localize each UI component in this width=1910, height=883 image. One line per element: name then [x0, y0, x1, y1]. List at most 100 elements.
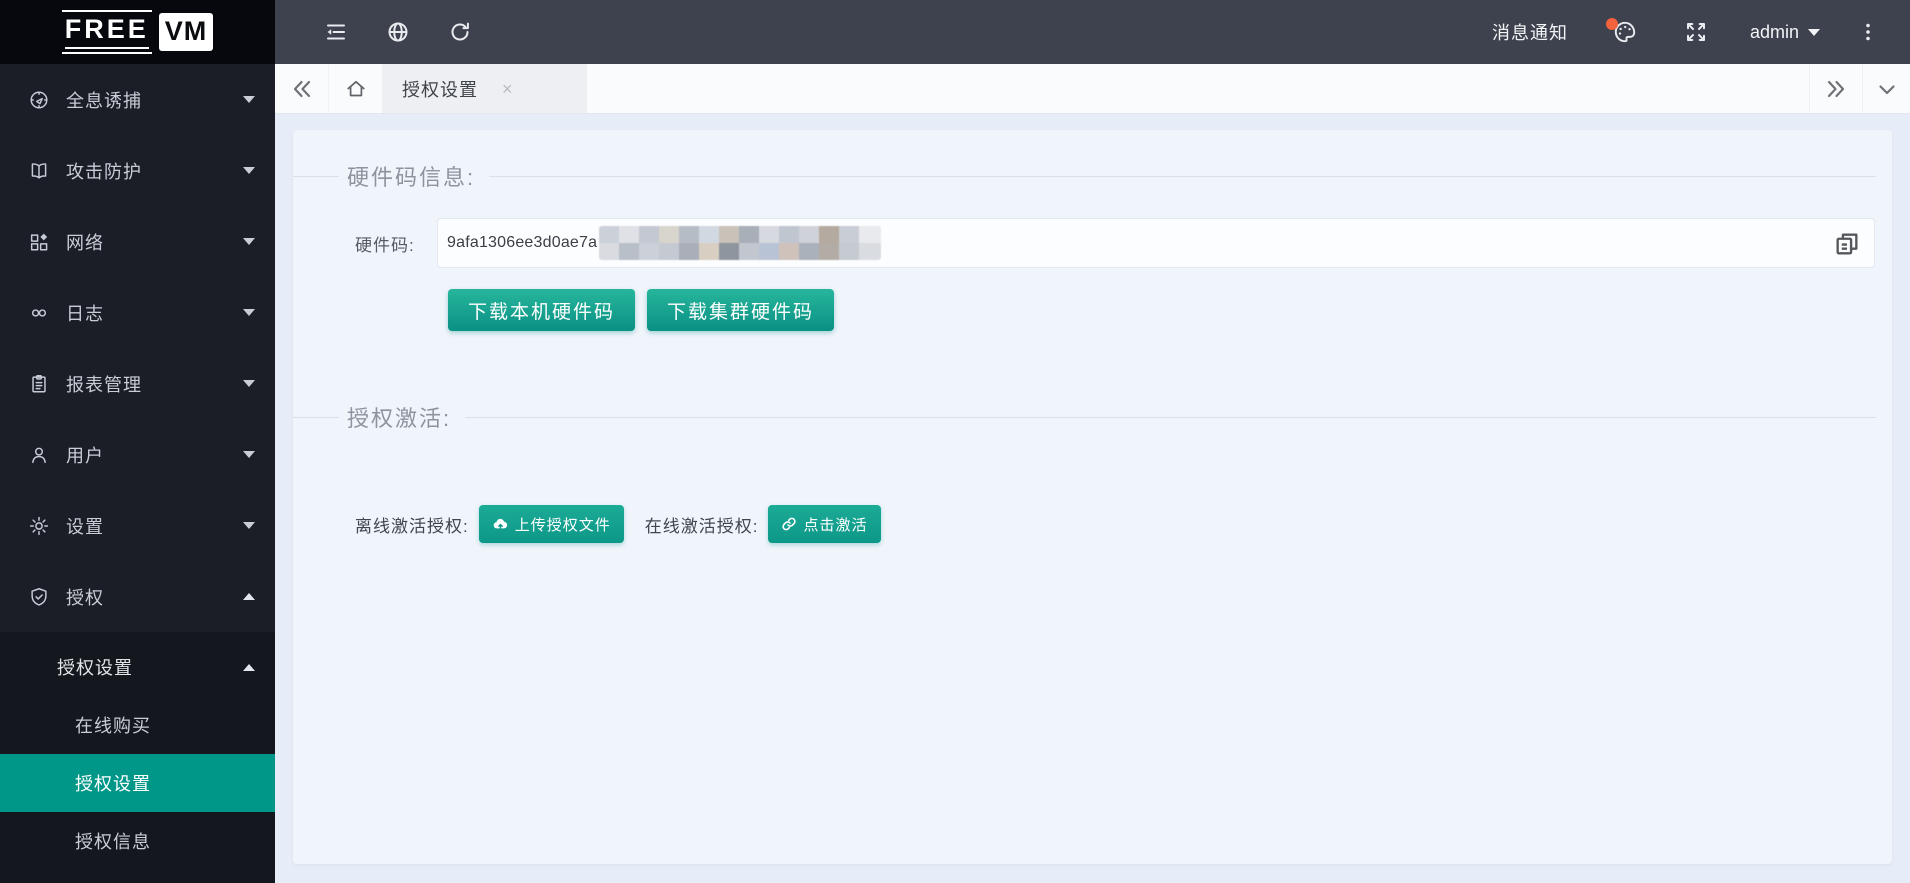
chevron-up-icon	[243, 593, 255, 600]
globe-icon[interactable]	[367, 0, 429, 64]
brand-logo[interactable]: FREE VM	[61, 10, 214, 54]
username-label: admin	[1749, 21, 1799, 42]
section-title: 授权激活:	[347, 406, 452, 431]
copy-button[interactable]	[1832, 229, 1862, 259]
tabs-scroll-left-button[interactable]	[275, 64, 329, 113]
sidebar-item-reports[interactable]: 报表管理	[0, 348, 275, 419]
sidebar-item-logs[interactable]: 日志	[0, 277, 275, 348]
chevron-down-icon	[243, 238, 255, 245]
hwcode-label: 硬件码:	[355, 235, 415, 255]
chevron-down-icon	[1878, 84, 1895, 94]
chevron-down-icon	[243, 451, 255, 458]
tabbar: 授权设置 ×	[275, 64, 1910, 114]
online-activation-label: 在线激活授权:	[644, 516, 759, 536]
collapse-menu-icon[interactable]	[305, 0, 367, 64]
sidebar-item-label: 用户	[66, 445, 104, 466]
tabs-scroll-right-button[interactable]	[1809, 64, 1863, 113]
tab-label: 授权设置	[402, 79, 478, 100]
sidebar-item-label: 全息诱捕	[66, 90, 142, 111]
button-label: 上传授权文件	[514, 516, 611, 534]
tab-license-settings[interactable]: 授权设置 ×	[383, 64, 587, 113]
topbar-right-group: 消息通知 admin	[1492, 0, 1888, 64]
user-menu[interactable]: admin	[1750, 22, 1820, 43]
logs-icon	[27, 301, 51, 325]
home-tab-button[interactable]	[329, 64, 383, 113]
shield-check-icon	[27, 585, 51, 609]
link-icon	[782, 517, 797, 531]
sidebar-item-users[interactable]: 用户	[0, 419, 275, 490]
sidebar-item-label: 授权	[66, 587, 104, 608]
hwcode-field-row: 硬件码: 9afa1306ee3d0ae7a	[355, 218, 1875, 268]
sidebar-item-license-info[interactable]: 授权信息	[0, 812, 275, 870]
home-icon	[346, 80, 365, 96]
gear-icon	[27, 514, 51, 538]
report-icon	[27, 372, 51, 396]
sidebar-item-label: 攻击防护	[66, 161, 142, 182]
chevron-down-icon	[243, 96, 255, 103]
refresh-icon[interactable]	[429, 0, 491, 64]
tabbar-right-group	[1809, 64, 1910, 113]
sidebar-submenu-license: 授权设置 在线购买 授权设置 授权信息	[0, 632, 275, 883]
divider-line	[465, 416, 1876, 418]
divider-line	[293, 175, 339, 177]
chevron-up-icon	[243, 663, 255, 671]
brand-free: FREE	[61, 10, 152, 54]
topbar: 消息通知 admin	[275, 0, 1910, 64]
sidebar-menu: 全息诱捕 攻击防护 网络 日志 报表管理 用户 设置 授权	[0, 64, 275, 632]
double-chevron-left-icon	[293, 80, 310, 97]
honeypot-icon	[27, 88, 51, 112]
chevron-down-icon	[243, 309, 255, 316]
download-cluster-hwcode-button[interactable]: 下载集群硬件码	[647, 289, 835, 331]
cloud-upload-icon	[493, 518, 507, 529]
offline-activation-label: 离线激活授权:	[355, 516, 469, 536]
hwcode-input[interactable]: 9afa1306ee3d0ae7a	[437, 218, 1875, 268]
sidebar-item-label: 日志	[66, 303, 104, 324]
sidebar-item-license[interactable]: 授权	[0, 561, 275, 632]
notification-badge-dot	[1605, 18, 1618, 30]
activation-row: 离线激活授权: 上传授权文件 在线激活授权: 点击激活	[355, 505, 1892, 543]
logo-bar: FREE VM	[0, 0, 275, 64]
chevron-down-icon	[243, 522, 255, 529]
brand-vm: VM	[158, 13, 214, 51]
section-title: 硬件码信息:	[347, 165, 476, 190]
network-icon	[27, 230, 51, 254]
sidebar-item-settings[interactable]: 设置	[0, 490, 275, 561]
click-to-activate-button[interactable]: 点击激活	[768, 505, 881, 543]
notifications-link[interactable]: 消息通知	[1492, 19, 1568, 45]
section-hwcode-info: 硬件码信息:	[293, 162, 1892, 190]
attack-protection-icon	[27, 159, 51, 183]
divider-line	[489, 175, 1876, 177]
download-buttons-row: 下载本机硬件码 下载集群硬件码	[448, 289, 1892, 331]
copy-icon	[1836, 233, 1858, 255]
double-chevron-right-icon	[1827, 80, 1845, 97]
content-area: 硬件码信息: 硬件码: 9afa1306ee3d0ae7a 下载本机硬件码 下载…	[275, 114, 1910, 883]
close-icon[interactable]: ×	[502, 80, 513, 98]
fullscreen-icon[interactable]	[1676, 0, 1716, 64]
sidebar-item-label: 设置	[66, 516, 104, 537]
divider-line	[293, 416, 339, 418]
sidebar-item-honeypot[interactable]: 全息诱捕	[0, 64, 275, 135]
tabs-dropdown-button[interactable]	[1863, 64, 1910, 113]
sidebar-item-license-settings-active[interactable]: 授权设置	[0, 754, 275, 812]
submenu-header-license-settings[interactable]: 授权设置	[0, 638, 275, 696]
chevron-down-icon	[243, 380, 255, 387]
user-icon	[27, 443, 51, 467]
sidebar: FREE VM 全息诱捕 攻击防护 网络 日志 报表管理 用户 设置 授权 授权…	[0, 0, 275, 883]
hwcode-value: 9afa1306ee3d0ae7a	[447, 234, 598, 251]
sidebar-item-label: 报表管理	[66, 374, 142, 395]
section-license-activation: 授权激活:	[293, 403, 1892, 431]
sidebar-item-network[interactable]: 网络	[0, 206, 275, 277]
app-window: FREE VM 全息诱捕 攻击防护 网络 日志 报表管理 用户 设置 授权 授权…	[0, 0, 1910, 883]
topbar-left-group	[305, 0, 491, 64]
content-card: 硬件码信息: 硬件码: 9afa1306ee3d0ae7a 下载本机硬件码 下载…	[293, 130, 1892, 864]
button-label: 点击激活	[803, 516, 868, 534]
chevron-down-icon	[243, 167, 255, 174]
sidebar-item-attack-protection[interactable]: 攻击防护	[0, 135, 275, 206]
download-local-hwcode-button[interactable]: 下载本机硬件码	[448, 289, 636, 331]
submenu-header-label: 授权设置	[57, 658, 133, 678]
theme-palette-button[interactable]	[1602, 0, 1648, 64]
upload-license-file-button[interactable]: 上传授权文件	[478, 505, 624, 543]
kebab-menu-icon[interactable]	[1848, 0, 1888, 64]
sidebar-item-online-purchase[interactable]: 在线购买	[0, 696, 275, 754]
redacted-blur-overlay	[599, 226, 882, 260]
